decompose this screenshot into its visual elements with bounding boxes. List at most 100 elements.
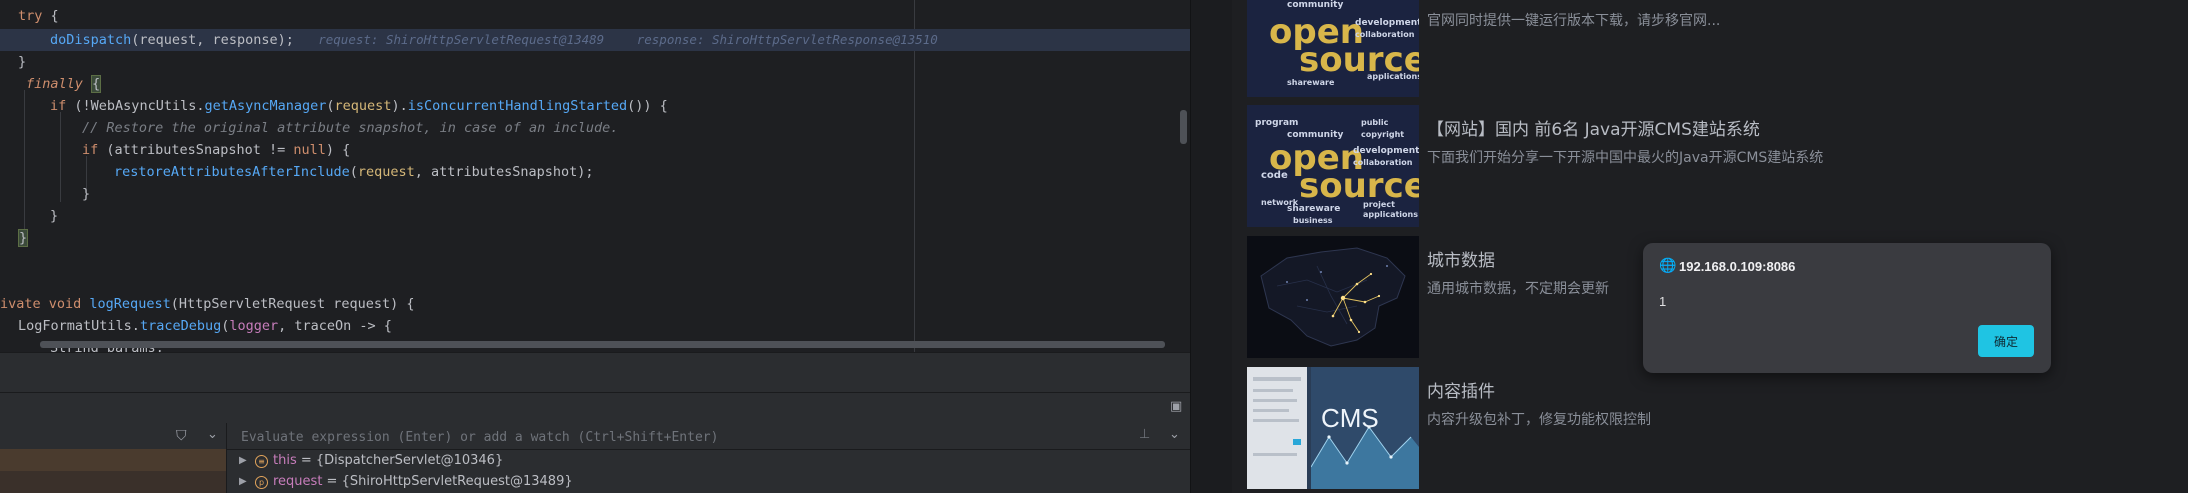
wordcloud-text: public <box>1361 118 1389 127</box>
variable-name: request <box>273 474 323 489</box>
ok-button[interactable]: 确定 <box>1978 325 2034 357</box>
keyword: null <box>293 142 326 158</box>
keyword: finally <box>26 76 83 92</box>
method-call: doDispatch <box>50 32 132 48</box>
variable-value: = {DispatcherServlet@10346} <box>296 453 504 468</box>
code-line[interactable]: try { <box>0 5 1190 27</box>
dialog-origin: 192.168.0.109:8086 <box>1679 259 1796 274</box>
wordcloud-text: copyright <box>1361 130 1405 139</box>
alert-dialog: 🌐 192.168.0.109:8086 1 确定 <box>1643 243 2051 373</box>
article-description: 通用城市数据，不定期会更新 <box>1427 281 1609 297</box>
article-title[interactable]: 城市数据 <box>1427 246 1495 271</box>
vertical-scrollbar[interactable] <box>1180 110 1187 144</box>
method-call: traceDebug <box>139 318 222 334</box>
article-description: 官网同时提供一键运行版本下载，请步移官网... <box>1427 13 1721 29</box>
field-ref: logger <box>229 318 279 334</box>
matched-brace: { <box>91 75 102 93</box>
frame-row[interactable] <box>0 471 226 493</box>
chevron-down-icon[interactable]: ⌄ <box>1169 427 1180 442</box>
wordcloud-text: development <box>1353 146 1419 156</box>
variable-row[interactable]: ▶ p request = {ShiroHttpServletRequest@1… <box>227 472 1190 492</box>
variable-row[interactable]: ▶ ≡ this = {DispatcherServlet@10346} <box>227 451 1190 471</box>
code-line[interactable]: LogFormatUtils.traceDebug(logger, traceO… <box>0 315 1190 337</box>
wordcloud-text: program <box>1255 118 1299 128</box>
method-call: isConcurrentHandlingStarted <box>407 98 628 114</box>
class-ref: WebAsyncUtils <box>90 98 197 114</box>
code-line[interactable]: if (!WebAsyncUtils.getAsyncManager(reque… <box>0 95 1190 117</box>
code-text: ()) { <box>627 98 668 114</box>
variable-name: this <box>273 453 297 468</box>
layout-icon[interactable]: ▣ <box>1170 400 1184 413</box>
code-line[interactable]: restoreAttributesAfterInclude(request, a… <box>0 161 1190 183</box>
code-line[interactable]: ivate void logRequest(HttpServletRequest… <box>0 293 1190 315</box>
article-card[interactable]: open source community development collab… <box>1247 0 2187 97</box>
article-thumbnail[interactable]: CMS <box>1247 367 1419 489</box>
chevron-down-icon[interactable]: ⌄ <box>207 427 218 442</box>
code-text: , traceOn -> { <box>278 318 392 334</box>
window-divider <box>1190 0 1233 493</box>
code-text: (! <box>74 98 91 114</box>
code-text: , attributesSnapshot); <box>414 164 594 180</box>
add-watch-icon[interactable]: ⊥ <box>1139 427 1150 442</box>
code-line[interactable]: } <box>0 205 1190 227</box>
wordcloud-text: applications <box>1363 210 1418 219</box>
frame-row-selected[interactable] <box>0 449 226 471</box>
wordcloud-text: project <box>1363 200 1395 209</box>
code-text: (HttpServletRequest request) { <box>170 296 415 312</box>
field-icon: ≡ <box>255 455 268 468</box>
expand-arrow-icon[interactable]: ▶ <box>239 451 247 471</box>
expand-arrow-icon[interactable]: ▶ <box>239 472 247 492</box>
wordcloud-text: applications <box>1367 72 1419 81</box>
frames-toolbar: ⛉ ⌄ <box>0 423 226 449</box>
keyword: if <box>82 142 99 158</box>
wordcloud-text: business <box>1293 216 1333 225</box>
code-line-current[interactable]: doDispatch(request, response); request: … <box>0 29 1190 51</box>
cms-screenshot-thumb <box>1247 367 1307 489</box>
article-card[interactable]: program community public copyright open … <box>1247 105 2187 227</box>
article-thumbnail[interactable]: program community public copyright open … <box>1247 105 1419 227</box>
class-ref: LogFormatUtils <box>18 318 132 334</box>
wordcloud-text: shareware <box>1287 78 1335 87</box>
debugger-panel: ▣ ⛉ ⌄ ⊥ ⌄ ▶ ≡ this = {DispatcherServlet@… <box>0 392 1190 493</box>
wordcloud-text: community <box>1287 0 1344 10</box>
ide-window: try { doDispatch(request, response); req… <box>0 0 1190 493</box>
wordcloud-text: code <box>1261 170 1288 181</box>
code-line[interactable]: // Restore the original attribute snapsh… <box>0 117 1190 139</box>
dialog-message: 1 <box>1659 294 1667 309</box>
code-line[interactable]: finally { <box>0 73 1190 95</box>
filter-icon[interactable]: ⛉ <box>176 428 187 444</box>
china-map-image <box>1247 236 1419 358</box>
wordcloud-text: development <box>1355 18 1419 28</box>
code-editor[interactable]: try { doDispatch(request, response); req… <box>0 0 1190 352</box>
method-call: getAsyncManager <box>204 98 327 114</box>
article-title[interactable]: 内容插件 <box>1427 377 1495 402</box>
code-line[interactable]: if (attributesSnapshot != null) { <box>0 139 1190 161</box>
globe-icon: 🌐 <box>1659 258 1677 274</box>
code-line[interactable]: } <box>0 183 1190 205</box>
code-comment: // Restore the original attribute snapsh… <box>82 120 619 136</box>
article-card[interactable]: CMS 内容插件 内容升级包补丁，修复功能权限控制 <box>1247 367 2187 489</box>
article-description: 内容升级包补丁，修复功能权限控制 <box>1427 412 1651 428</box>
code-line[interactable]: } <box>0 51 1190 73</box>
method-name: logRequest <box>89 296 171 312</box>
code-text: (attributesSnapshot != <box>106 142 294 158</box>
inline-debug-value: response: ShiroHttpServletResponse@13510 <box>636 32 938 47</box>
cms-logo-text: CMS <box>1321 403 1379 433</box>
evaluate-expression-input[interactable] <box>239 426 1123 448</box>
editor-status-strip <box>0 352 1190 393</box>
keyword: if <box>50 98 67 114</box>
article-thumbnail[interactable]: open source community development collab… <box>1247 0 1419 97</box>
code-line[interactable]: } <box>0 227 1190 249</box>
article-thumbnail[interactable] <box>1247 236 1419 358</box>
param-ref: request <box>357 164 415 180</box>
code-text: ) { <box>325 142 351 158</box>
variable-value: = {ShiroHttpServletRequest@13489} <box>322 474 573 489</box>
inline-debug-value: request: ShiroHttpServletRequest@13489 <box>318 32 605 47</box>
call-args: (request, response); <box>131 32 294 48</box>
wordcloud-text: shareware <box>1287 204 1341 214</box>
article-title[interactable]: 【网站】国内 前6名 Java开源CMS建站系统 <box>1427 115 1760 140</box>
horizontal-scrollbar[interactable] <box>40 341 1165 348</box>
evaluate-bar: ⊥ ⌄ <box>227 423 1190 450</box>
parameter-icon: p <box>255 476 268 489</box>
wordcloud-text: source <box>1299 166 1419 206</box>
